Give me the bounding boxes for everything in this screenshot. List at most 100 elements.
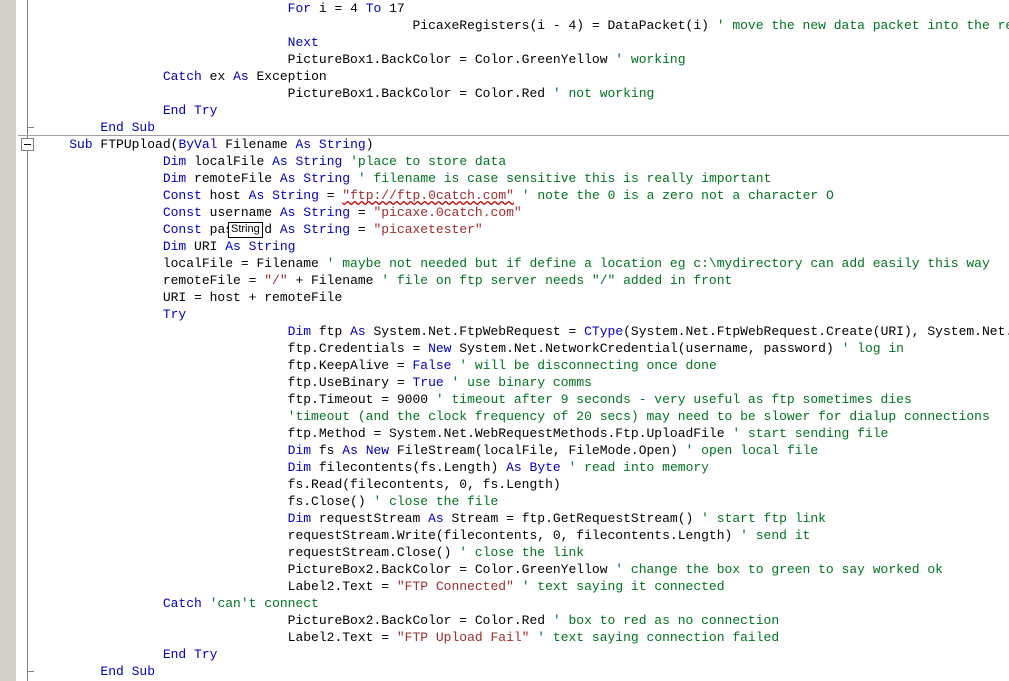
code-token: "picaxetester" xyxy=(373,222,483,237)
code-token: ' change the box to green to say worked … xyxy=(615,562,943,577)
outlining-margin[interactable] xyxy=(18,0,38,681)
code-token: "FTP Connected" xyxy=(396,579,514,594)
code-token: username xyxy=(201,205,280,220)
code-line[interactable]: PicaxeRegisters(i - 4) = DataPacket(i) '… xyxy=(38,17,1009,34)
code-token: Dim xyxy=(287,511,312,526)
code-line[interactable]: For i = 4 To 17 xyxy=(38,0,1009,17)
code-token: FileStream(localFile, FileMode.Open) xyxy=(389,443,686,458)
code-line[interactable]: Const host As String = "ftp://ftp.0catch… xyxy=(38,187,1009,204)
code-line[interactable]: Label2.Text = "FTP Connected" ' text say… xyxy=(38,578,1009,595)
code-token: Dim xyxy=(162,154,187,169)
code-line[interactable]: Dim remoteFile As String ' filename is c… xyxy=(38,170,1009,187)
code-line[interactable]: ftp.Timeout = 9000 ' timeout after 9 sec… xyxy=(38,391,1009,408)
code-token: fs.Close() xyxy=(287,494,374,509)
code-line[interactable]: Sub FTPUpload(ByVal Filename As String) xyxy=(38,136,1009,153)
code-token: ' move the new data packet into the regi… xyxy=(716,18,1009,33)
code-line[interactable]: localFile = Filename ' maybe not needed … xyxy=(38,255,1009,272)
code-line[interactable]: Catch 'can't connect xyxy=(38,595,1009,612)
code-line[interactable]: Dim URI As String xyxy=(38,238,1009,255)
code-line[interactable]: requestStream.Write(filecontents, 0, fil… xyxy=(38,527,1009,544)
code-token: + Filename xyxy=(287,273,382,288)
code-line[interactable]: Dim fs As New FileStream(localFile, File… xyxy=(38,442,1009,459)
code-line[interactable]: Next xyxy=(38,34,1009,51)
code-line[interactable]: ftp.Credentials = New System.Net.Network… xyxy=(38,340,1009,357)
code-token: String xyxy=(303,171,351,186)
code-editor[interactable]: For i = 4 To 17 PicaxeRegisters(i - 4) =… xyxy=(0,0,1009,681)
code-text-area[interactable]: For i = 4 To 17 PicaxeRegisters(i - 4) =… xyxy=(38,0,1009,681)
code-line[interactable]: Catch ex As Exception xyxy=(38,68,1009,85)
code-line[interactable]: PictureBox2.BackColor = Color.GreenYello… xyxy=(38,561,1009,578)
code-token: requestStream.Close() xyxy=(287,545,460,560)
code-token: localFile = Filename xyxy=(162,256,327,271)
code-token: URI xyxy=(186,239,226,254)
code-token: Dim xyxy=(287,460,312,475)
code-token: CType xyxy=(584,324,624,339)
code-line[interactable]: ftp.Method = System.Net.WebRequestMethod… xyxy=(38,425,1009,442)
code-line[interactable]: PictureBox2.BackColor = Color.Red ' box … xyxy=(38,612,1009,629)
code-line[interactable]: 'timeout (and the clock frequency of 20 … xyxy=(38,408,1009,425)
code-line[interactable]: Dim localFile As String 'place to store … xyxy=(38,153,1009,170)
code-token: Sub xyxy=(69,137,93,152)
indicator-margin[interactable] xyxy=(0,0,17,681)
code-line[interactable]: ftp.UseBinary = True ' use binary comms xyxy=(38,374,1009,391)
code-token: End Try xyxy=(162,647,218,662)
code-line[interactable]: fs.Read(filecontents, 0, fs.Length) xyxy=(38,476,1009,493)
code-token: Next xyxy=(287,35,319,50)
code-token: requestStream xyxy=(311,511,429,526)
code-token: Dim xyxy=(162,171,187,186)
code-line[interactable]: Const username As String = "picaxe.0catc… xyxy=(38,204,1009,221)
code-token: New xyxy=(365,443,390,458)
code-line[interactable]: PictureBox1.BackColor = Color.GreenYello… xyxy=(38,51,1009,68)
code-token: String xyxy=(272,188,319,203)
code-line[interactable]: End Try xyxy=(38,646,1009,663)
code-token: (System.Net.FtpWebRequest.Create(URI), S… xyxy=(623,324,1009,339)
code-line[interactable]: requestStream.Close() ' close the link xyxy=(38,544,1009,561)
code-token: Catch xyxy=(162,69,202,84)
code-token: Const xyxy=(162,205,202,220)
code-token: ftp.Timeout = 9000 xyxy=(287,392,436,407)
code-line[interactable]: Try xyxy=(38,306,1009,323)
code-token: String xyxy=(295,154,343,169)
code-token: As xyxy=(279,171,296,186)
code-token: requestStream.Write(filecontents, 0, fil… xyxy=(287,528,741,543)
code-token: PicaxeRegisters(i - 4) = DataPacket(i) xyxy=(412,18,717,33)
code-line[interactable]: Label2.Text = "FTP Upload Fail" ' text s… xyxy=(38,629,1009,646)
code-line[interactable]: fs.Close() ' close the file xyxy=(38,493,1009,510)
code-line[interactable]: Dim filecontents(fs.Length) As Byte ' re… xyxy=(38,459,1009,476)
code-line[interactable]: remoteFile = "/" + Filename ' file on ft… xyxy=(38,272,1009,289)
outlining-rail xyxy=(27,0,28,681)
collapse-region-button[interactable] xyxy=(21,138,34,151)
code-line[interactable]: Const password As String = "picaxetester… xyxy=(38,221,1009,238)
code-line[interactable]: End Sub xyxy=(38,663,1009,680)
code-line[interactable]: End Sub xyxy=(38,119,1009,136)
code-token: Dim xyxy=(287,324,312,339)
code-line[interactable]: Dim requestStream As Stream = ftp.GetReq… xyxy=(38,510,1009,527)
code-token: "FTP Upload Fail" xyxy=(396,630,530,645)
code-token: Const xyxy=(162,222,202,237)
code-token: PictureBox1.BackColor = Color.GreenYello… xyxy=(287,52,616,67)
code-line[interactable]: URI = host + remoteFile xyxy=(38,289,1009,306)
code-line[interactable]: ftp.KeepAlive = False ' will be disconne… xyxy=(38,357,1009,374)
code-line[interactable]: End Try xyxy=(38,102,1009,119)
code-token: Filename xyxy=(217,137,296,152)
code-token: 17 xyxy=(381,1,405,16)
code-token: ftp.UseBinary = xyxy=(287,375,413,390)
code-token-error: "ftp://ftp.0catch.com" xyxy=(342,188,514,203)
code-token: ftp.Credentials = xyxy=(287,341,429,356)
code-line[interactable]: PictureBox1.BackColor = Color.Red ' not … xyxy=(38,85,1009,102)
code-line[interactable]: Dim ftp As System.Net.FtpWebRequest = CT… xyxy=(38,323,1009,340)
code-token: ftp xyxy=(311,324,351,339)
